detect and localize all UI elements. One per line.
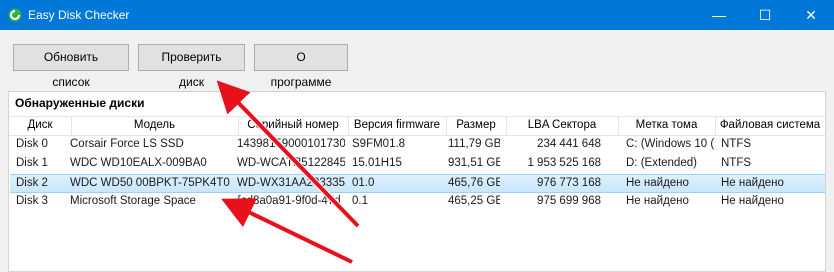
maximize-button[interactable]: ☐ bbox=[742, 0, 788, 30]
cell-firmware: 15.01H15 bbox=[352, 157, 402, 169]
table-row[interactable]: Disk 0 Corsair Force LS SSD 143981590001… bbox=[10, 136, 825, 155]
cell-volume-label: D: (Extended) bbox=[626, 157, 697, 169]
table-row-selected[interactable]: Disk 2 WDC WD50 00BPKT-75PK4T0 WD-WX31AA… bbox=[10, 174, 825, 193]
column-header-filesystem[interactable]: Файловая система bbox=[715, 119, 825, 131]
cell-filesystem: NTFS bbox=[721, 157, 752, 169]
cell-filesystem: NTFS bbox=[721, 138, 752, 150]
about-button[interactable]: О программе bbox=[254, 44, 348, 89]
cell-disk: Disk 2 bbox=[16, 177, 48, 189]
table-row[interactable]: Disk 3 Microsoft Storage Space {cd8a0a91… bbox=[10, 193, 825, 212]
cell-volume-label: Не найдено bbox=[626, 177, 689, 189]
column-header-serial[interactable]: Серийный номер bbox=[238, 119, 348, 131]
cell-firmware: 01.0 bbox=[352, 177, 375, 189]
cell-disk: Disk 3 bbox=[16, 195, 48, 207]
cell-volume-label: Не найдено bbox=[626, 195, 689, 207]
check-disk-button[interactable]: Проверить диск bbox=[138, 44, 245, 89]
column-header-model[interactable]: Модель bbox=[71, 119, 238, 131]
close-button[interactable]: ✕ bbox=[788, 0, 834, 30]
cell-serial: {cd8a0a91-9f0d-47d bbox=[237, 195, 341, 207]
cell-lba: 975 699 968 bbox=[537, 195, 601, 207]
table-header: Диск Модель Серийный номер Версия firmwa… bbox=[9, 116, 825, 136]
cell-lba: 1 953 525 168 bbox=[527, 157, 601, 169]
cell-filesystem: Не найдено bbox=[721, 195, 784, 207]
cell-size: 465,25 GB bbox=[448, 195, 500, 207]
column-header-size[interactable]: Размер bbox=[446, 119, 506, 131]
cell-disk: Disk 0 bbox=[16, 138, 48, 150]
minimize-button[interactable]: — bbox=[696, 0, 742, 30]
title-bar: Easy Disk Checker — ☐ ✕ bbox=[0, 0, 834, 30]
column-header-volume-label[interactable]: Метка тома bbox=[618, 119, 715, 131]
cell-volume-label: C: (Windows 10 ( bbox=[626, 138, 714, 150]
cell-serial: WD-WCATR5122845 bbox=[237, 157, 345, 169]
cell-size: 931,51 GB bbox=[448, 157, 500, 169]
cell-serial: WD-WX31AA293335 bbox=[237, 177, 345, 189]
cell-model: Microsoft Storage Space bbox=[70, 195, 196, 207]
cell-disk: Disk 1 bbox=[16, 157, 48, 169]
cell-filesystem: Не найдено bbox=[721, 177, 784, 189]
group-title: Обнаруженные диски bbox=[15, 96, 145, 110]
window-title: Easy Disk Checker bbox=[28, 8, 130, 22]
cell-firmware: S9FM01.8 bbox=[352, 138, 406, 150]
cell-model: WDC WD10EALX-009BA0 bbox=[70, 157, 207, 169]
cell-size: 111,79 GB bbox=[448, 138, 500, 150]
cell-size: 465,76 GB bbox=[448, 177, 500, 189]
cell-model: WDC WD50 00BPKT-75PK4T0 bbox=[70, 177, 230, 189]
cell-lba: 234 441 648 bbox=[537, 138, 601, 150]
column-header-disk[interactable]: Диск bbox=[9, 119, 71, 131]
detected-disks-group: Обнаруженные диски Диск Модель Серийный … bbox=[8, 91, 826, 272]
cell-lba: 976 773 168 bbox=[537, 177, 601, 189]
column-header-firmware[interactable]: Версия firmware bbox=[348, 119, 446, 131]
cell-model: Corsair Force LS SSD bbox=[70, 138, 184, 150]
cell-serial: 14398159000101730 bbox=[237, 138, 345, 150]
cell-firmware: 0.1 bbox=[352, 195, 368, 207]
app-icon bbox=[8, 8, 22, 22]
column-header-lba[interactable]: LBA Сектора bbox=[506, 119, 618, 131]
table-row[interactable]: Disk 1 WDC WD10EALX-009BA0 WD-WCATR51228… bbox=[10, 155, 825, 174]
refresh-list-button[interactable]: Обновить список bbox=[13, 44, 129, 89]
